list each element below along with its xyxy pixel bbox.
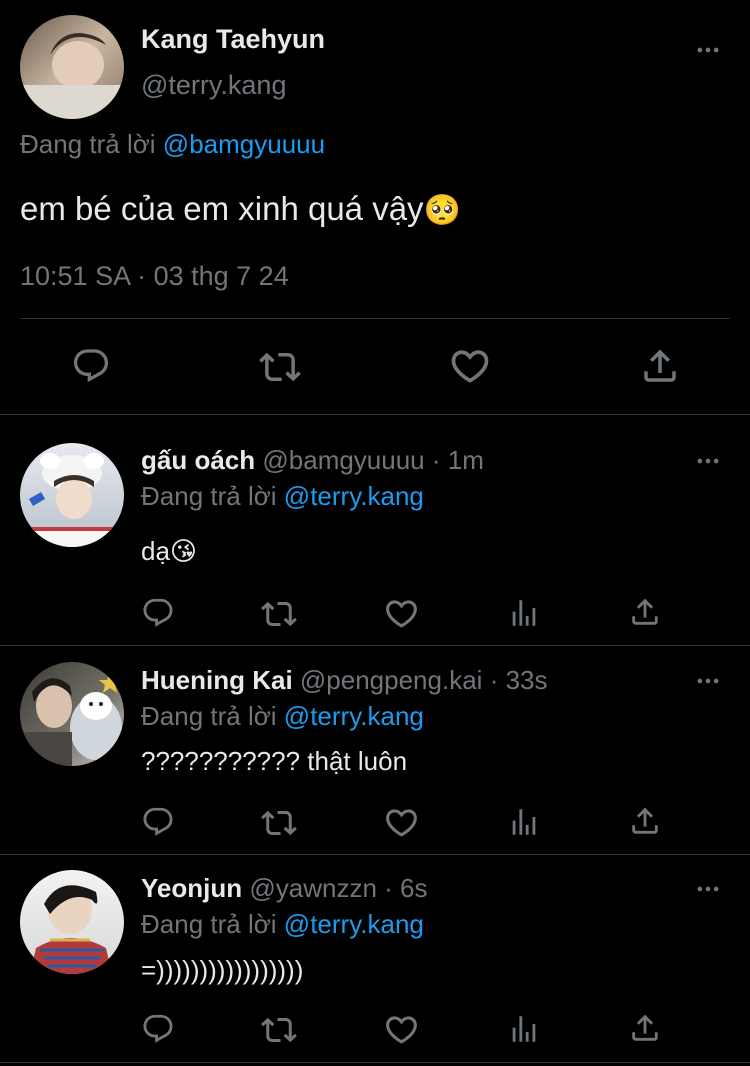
display-name[interactable]: Huening Kai <box>141 665 293 695</box>
more-icon[interactable] <box>694 36 722 64</box>
handle[interactable]: @bamgyuuuu <box>262 445 424 475</box>
tweet-text: =))))))))))))))))) <box>141 955 303 986</box>
views-icon[interactable] <box>507 596 541 630</box>
replying-to: Đang trả lời @terry.kang <box>141 909 424 940</box>
reply-icon[interactable] <box>71 346 111 386</box>
handle[interactable]: @yawnzzn <box>249 873 377 903</box>
avatar[interactable] <box>20 15 124 119</box>
divider <box>0 1062 750 1063</box>
like-icon[interactable] <box>383 1011 420 1048</box>
time-ago[interactable]: · 6s <box>384 873 427 903</box>
replying-to: Đang trả lời @terry.kang <box>141 481 424 512</box>
share-icon[interactable] <box>639 345 681 387</box>
tweet-text-body: dạ <box>141 536 170 566</box>
like-icon[interactable] <box>383 595 420 632</box>
divider <box>0 645 750 646</box>
views-icon[interactable] <box>507 805 541 839</box>
handle[interactable]: @terry.kang <box>141 70 286 101</box>
retweet-icon[interactable] <box>259 346 301 388</box>
replying-to-link[interactable]: @terry.kang <box>284 481 424 511</box>
like-icon[interactable] <box>448 344 492 388</box>
avatar[interactable] <box>20 662 124 766</box>
avatar[interactable] <box>20 443 124 547</box>
replying-prefix: Đang trả lời <box>20 129 156 159</box>
tweet-text-body: em bé của em xinh quá vậy <box>20 190 424 227</box>
retweet-icon[interactable] <box>261 596 297 632</box>
replying-to-link[interactable]: @bamgyuuuu <box>163 129 325 159</box>
divider <box>0 854 750 855</box>
share-icon[interactable] <box>628 595 662 629</box>
reply-icon[interactable] <box>141 1012 175 1046</box>
divider <box>0 414 750 415</box>
handle[interactable]: @pengpeng.kai <box>300 665 483 695</box>
divider <box>20 318 730 319</box>
replying-prefix: Đang trả lời <box>141 701 277 731</box>
emoji: 🥺 <box>423 194 461 227</box>
replying-to-link[interactable]: @terry.kang <box>284 701 424 731</box>
display-name[interactable]: Kang Taehyun <box>141 24 325 55</box>
reply-header: Yeonjun @yawnzzn · 6s <box>141 873 428 904</box>
display-name[interactable]: gấu oách <box>141 445 255 475</box>
tweet-text: dạ😘 <box>141 536 197 567</box>
timestamp[interactable]: 10:51 SA · 03 thg 7 24 <box>20 261 289 292</box>
like-icon[interactable] <box>383 804 420 841</box>
tweet-text: ??????????? thật luôn <box>141 746 407 777</box>
emoji: 😘 <box>169 536 198 566</box>
time-ago[interactable]: · 33s <box>490 665 548 695</box>
reply-icon[interactable] <box>141 805 175 839</box>
tweet-text-body: =))))))))))))))))) <box>141 955 304 985</box>
retweet-icon[interactable] <box>261 805 297 841</box>
display-name[interactable]: Yeonjun <box>141 873 242 903</box>
share-icon[interactable] <box>628 804 662 838</box>
more-icon[interactable] <box>694 875 722 903</box>
replying-to-link[interactable]: @terry.kang <box>284 909 424 939</box>
more-icon[interactable] <box>694 667 722 695</box>
replying-prefix: Đang trả lời <box>141 481 277 511</box>
reply-header: gấu oách @bamgyuuuu · 1m <box>141 445 484 476</box>
views-icon[interactable] <box>507 1012 541 1046</box>
more-icon[interactable] <box>694 447 722 475</box>
avatar[interactable] <box>20 870 124 974</box>
share-icon[interactable] <box>628 1011 662 1045</box>
tweet-text-body: ??????????? thật luôn <box>141 746 408 776</box>
time-ago[interactable]: · 1m <box>432 445 484 475</box>
reply-icon[interactable] <box>141 596 175 630</box>
reply-header: Huening Kai @pengpeng.kai · 33s <box>141 665 548 696</box>
replying-to: Đang trả lời @bamgyuuuu <box>20 129 325 160</box>
retweet-icon[interactable] <box>261 1012 297 1048</box>
replying-prefix: Đang trả lời <box>141 909 277 939</box>
tweet-text: em bé của em xinh quá vậy🥺 <box>20 190 461 228</box>
replying-to: Đang trả lời @terry.kang <box>141 701 424 732</box>
